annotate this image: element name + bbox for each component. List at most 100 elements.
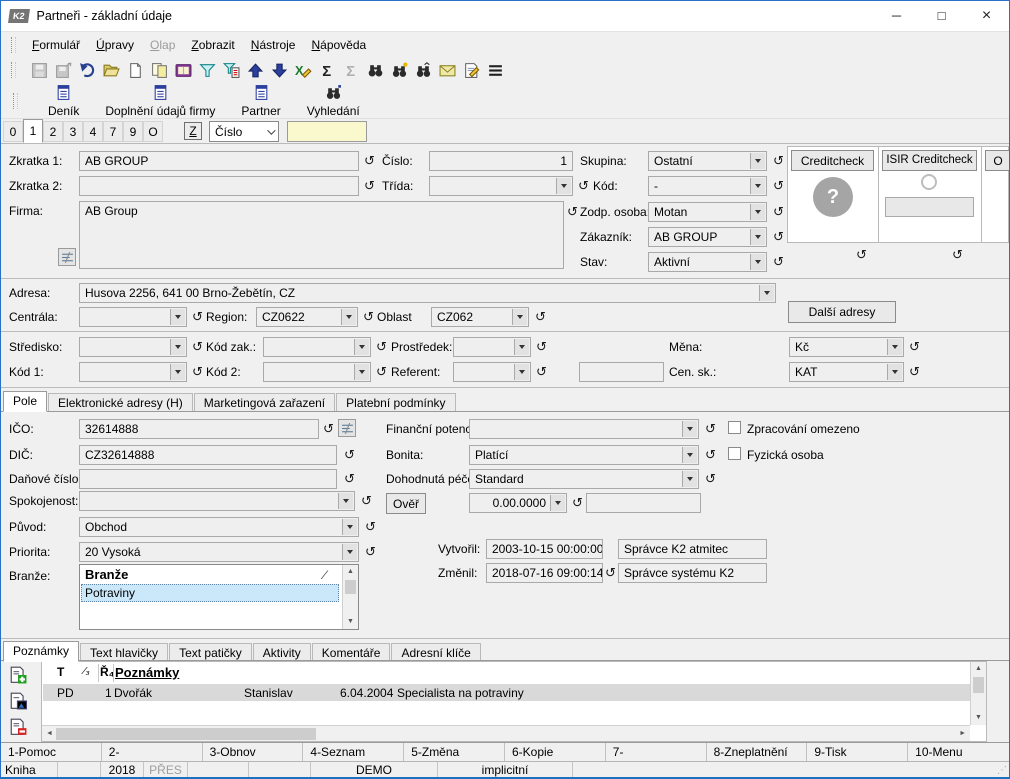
mena-dropdown[interactable]: Kč [789, 337, 904, 357]
oblast-dropdown[interactable]: CZ062 [431, 307, 529, 327]
scroll-right-icon[interactable]: ► [959, 730, 966, 737]
record-tab-O[interactable]: O [143, 121, 163, 142]
dic-field[interactable]: CZ32614888 [79, 445, 337, 465]
dropdown-arrow-icon[interactable] [170, 309, 185, 325]
notes-table[interactable]: T ⁄₃ Ř₄ Poznámky PD 1 Dvořák Stanislav 6… [41, 661, 987, 742]
branze-selected-row[interactable]: Potraviny [81, 584, 339, 602]
dropdown-arrow-icon[interactable] [514, 339, 529, 355]
vyhledani-button[interactable]: Vyhledání [303, 83, 364, 119]
fkey-9[interactable]: 9-Tisk [807, 743, 908, 761]
history-icon[interactable]: ↺ [567, 205, 578, 218]
tab-elektronicke-adresy[interactable]: Elektronické adresy (H) [48, 393, 193, 412]
doplneni-udaju-firmy-button[interactable]: Doplnění údajů firmy [101, 83, 219, 119]
find-icon[interactable] [366, 61, 384, 79]
undo-icon[interactable] [78, 61, 96, 79]
z-button[interactable]: Z [184, 122, 202, 140]
history-icon[interactable]: ↺ [909, 340, 920, 353]
centrala-dropdown[interactable] [79, 307, 187, 327]
history-icon[interactable]: ↺ [365, 520, 376, 533]
dropdown-arrow-icon[interactable] [887, 364, 902, 380]
history-icon[interactable]: ↺ [344, 448, 355, 461]
find-special-icon[interactable] [414, 61, 432, 79]
puvod-dropdown[interactable]: Obchod [79, 517, 359, 537]
edit-note-icon[interactable] [462, 61, 480, 79]
cislo-field[interactable]: 1 [429, 151, 573, 171]
kod-dropdown[interactable]: - [648, 176, 767, 196]
dropdown-arrow-icon[interactable] [354, 364, 369, 380]
ico-field[interactable]: 32614888 [79, 419, 319, 439]
mail-icon[interactable] [438, 61, 456, 79]
history-icon[interactable]: ↺ [773, 255, 784, 268]
scroll-up-icon[interactable]: ▲ [971, 662, 986, 676]
menu-formular[interactable]: Formulář [24, 34, 88, 56]
move-down-icon[interactable] [270, 61, 288, 79]
fin-potencial-dropdown[interactable] [469, 419, 699, 439]
skupina-dropdown[interactable]: Ostatní [648, 151, 767, 171]
history-icon[interactable]: ↺ [605, 566, 616, 579]
dropdown-arrow-icon[interactable] [750, 229, 765, 245]
stredisko-dropdown[interactable] [79, 337, 187, 357]
find-next-icon[interactable] [390, 61, 408, 79]
dropdown-arrow-icon[interactable] [887, 339, 902, 355]
address-card-icon[interactable] [58, 248, 76, 266]
kod2-dropdown[interactable] [263, 362, 371, 382]
close-button[interactable]: × [964, 1, 1009, 31]
history-icon[interactable]: ↺ [705, 472, 716, 485]
history-icon[interactable]: ↺ [364, 179, 375, 192]
dropdown-arrow-icon[interactable] [550, 495, 565, 511]
dropdown-arrow-icon[interactable] [338, 493, 353, 509]
priorita-dropdown[interactable]: 20 Vysoká [79, 542, 359, 562]
spokojenost-dropdown[interactable] [79, 491, 355, 511]
filter-icon[interactable] [198, 61, 216, 79]
dropdown-arrow-icon[interactable] [341, 309, 356, 325]
record-tab-3[interactable]: 3 [63, 121, 83, 142]
dropdown-arrow-icon[interactable] [750, 204, 765, 220]
history-icon[interactable]: ↺ [773, 205, 784, 218]
dropdown-arrow-icon[interactable] [682, 471, 697, 487]
new-document-icon[interactable] [126, 61, 144, 79]
dropdown-arrow-icon[interactable] [512, 309, 527, 325]
dropdown-arrow-icon[interactable] [514, 364, 529, 380]
kod-zak-dropdown[interactable] [263, 337, 371, 357]
scroll-left-icon[interactable]: ◄ [46, 730, 53, 737]
fkey-4[interactable]: 4-Seznam [303, 743, 404, 761]
filter-condition-icon[interactable] [222, 61, 240, 79]
dropdown-arrow-icon[interactable] [342, 519, 357, 535]
fkey-5[interactable]: 5-Změna [404, 743, 505, 761]
bonita-dropdown[interactable]: Platící [469, 445, 699, 465]
dropdown-arrow-icon[interactable] [750, 178, 765, 194]
history-icon[interactable]: ↺ [536, 365, 547, 378]
danove-cislo-field[interactable] [79, 469, 337, 489]
history-icon[interactable]: ↺ [364, 154, 375, 167]
book-icon[interactable] [174, 61, 192, 79]
partner-button[interactable]: Partner [237, 83, 284, 119]
note-image-icon[interactable] [7, 691, 29, 711]
denik-button[interactable]: Deník [44, 83, 83, 119]
history-icon[interactable]: ↺ [363, 310, 374, 323]
tab-platebni-podminky[interactable]: Platební podmínky [336, 393, 455, 412]
trida-dropdown[interactable] [429, 176, 573, 196]
history-icon[interactable]: ↺ [361, 494, 372, 507]
dropdown-arrow-icon[interactable] [170, 339, 185, 355]
scroll-up-icon[interactable]: ▲ [343, 565, 358, 579]
fkey-1[interactable]: 1-Pomoc [1, 743, 102, 761]
open-icon[interactable] [102, 61, 120, 79]
col-header-typ[interactable]: T [57, 665, 64, 679]
add-note-icon[interactable] [7, 665, 29, 685]
col-header-poznamky[interactable]: Poznámky [115, 665, 179, 680]
creditcheck-button[interactable]: Creditcheck [791, 150, 874, 171]
dalsi-adresy-button[interactable]: Další adresy [788, 301, 896, 323]
zkratka1-field[interactable]: AB GROUP [79, 151, 359, 171]
kod1-dropdown[interactable] [79, 362, 187, 382]
menu-upravy[interactable]: Úpravy [88, 34, 142, 56]
branze-scrollbar[interactable]: ▲ ▼ [342, 565, 358, 629]
notes-hscrollbar[interactable]: ◄ ► [42, 725, 970, 741]
dropdown-arrow-icon[interactable] [682, 421, 697, 437]
cen-sk-dropdown[interactable]: KAT [789, 362, 904, 382]
history-icon[interactable]: ↺ [952, 248, 963, 261]
history-icon[interactable]: ↺ [773, 154, 784, 167]
menu-zobrazit[interactable]: Zobrazit [183, 34, 242, 56]
menu-napoveda[interactable]: Nápověda [303, 34, 374, 56]
region-dropdown[interactable]: CZ0622 [256, 307, 358, 327]
fkey-10[interactable]: 10-Menu [908, 743, 1009, 761]
